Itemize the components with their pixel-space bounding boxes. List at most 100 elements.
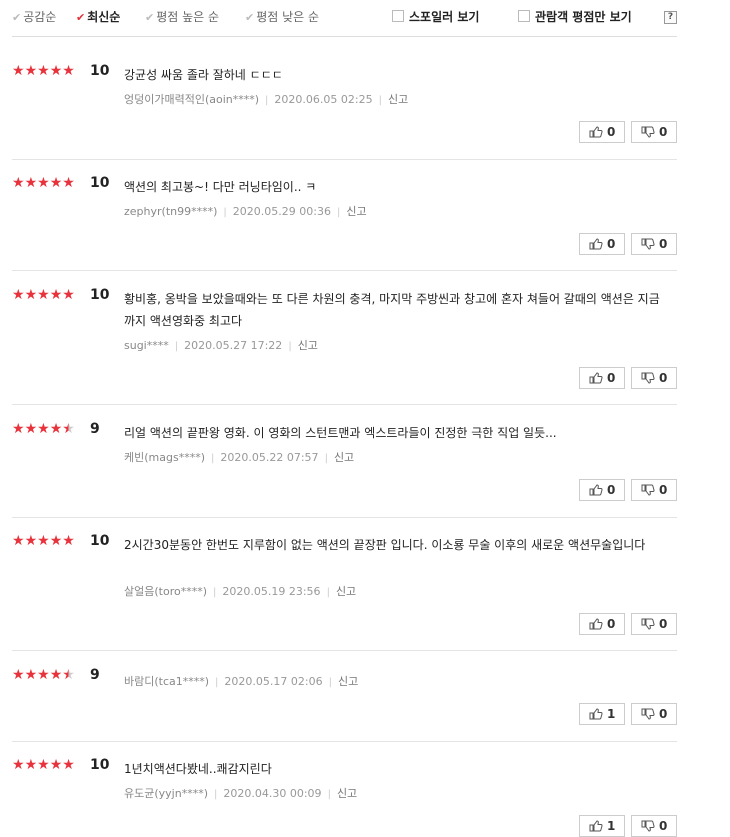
report-link[interactable]: 신고: [346, 205, 366, 218]
help-icon[interactable]: ?: [664, 11, 677, 24]
review-date: 2020.05.27 17:22: [184, 339, 283, 352]
star-icon: ★: [12, 175, 25, 191]
review-item: ★★★★★ 9 바람디(tca1****) | 2020.05.17 02:06 | 신…: [12, 668, 677, 742]
star-icon: ★: [24, 757, 38, 773]
review-meta: 유도균(yyjn****) | 2020.04.30 00:09 | 신고: [124, 785, 357, 801]
star-icon: ★: [62, 287, 75, 303]
downvote-count: 0: [659, 617, 668, 631]
review-author[interactable]: 살얼음(toro****): [124, 585, 207, 598]
upvote-button[interactable]: 0: [579, 479, 625, 501]
rating-score: 10: [90, 287, 110, 303]
vote-buttons: 0 0: [579, 121, 677, 143]
downvote-button[interactable]: 0: [631, 815, 677, 837]
downvote-button[interactable]: 0: [631, 613, 677, 635]
meta-divider: |: [328, 677, 332, 688]
review-text: 리얼 액션의 끝판왕 영화. 이 영화의 스턴트맨과 엑스트라들이 진정한 극한…: [124, 426, 557, 440]
star-rating: ★★★★★: [12, 758, 75, 772]
star-icon: ★: [62, 63, 75, 79]
report-link[interactable]: 신고: [338, 675, 358, 688]
spoiler-checkbox[interactable]: [392, 10, 404, 22]
review-divider: [12, 650, 677, 651]
viewer-only-label: 관람객 평점만 보기: [535, 10, 632, 24]
sort-rating-low[interactable]: ✔ 평점 낮은 순: [245, 8, 319, 25]
upvote-button[interactable]: 0: [579, 367, 625, 389]
star-icon: ★: [37, 63, 50, 79]
downvote-count: 0: [659, 707, 668, 721]
downvote-button[interactable]: 0: [631, 233, 677, 255]
report-link[interactable]: 신고: [336, 585, 356, 598]
vote-buttons: 1 0: [579, 703, 677, 725]
upvote-button[interactable]: 1: [579, 815, 625, 837]
star-icon: ★: [37, 175, 50, 191]
review-meta: 살얼음(toro****) | 2020.05.19 23:56 | 신고: [124, 583, 356, 599]
downvote-button[interactable]: 0: [631, 703, 677, 725]
rating-score: 10: [90, 533, 110, 549]
upvote-count: 0: [607, 237, 616, 251]
review-item: ★★★★★ 10 2시간30분동안 한번도 지루함이 없는 액션의 끝장판 입니…: [12, 534, 677, 651]
vote-buttons: 0 0: [579, 367, 677, 389]
viewer-only-checkbox[interactable]: [518, 10, 530, 22]
review-item: ★★★★★ 9 리얼 액션의 끝판왕 영화. 이 영화의 스턴트맨과 엑스트라들…: [12, 422, 677, 518]
review-author[interactable]: 바람디(tca1****): [124, 675, 209, 688]
review-author[interactable]: zephyr(tn99****): [124, 205, 217, 218]
viewer-only-filter[interactable]: 관람객 평점만 보기: [518, 8, 632, 25]
check-icon: ✔: [76, 11, 86, 24]
upvote-button[interactable]: 0: [579, 613, 625, 635]
top-divider: [12, 36, 677, 37]
downvote-button[interactable]: 0: [631, 121, 677, 143]
sort-label: 공감순: [23, 10, 57, 24]
meta-divider: |: [336, 207, 341, 218]
star-icon: ★: [62, 175, 75, 191]
downvote-button[interactable]: 0: [631, 367, 677, 389]
review-item: ★★★★★ 10 강균성 싸움 졸라 잘하네 ㄷㄷㄷ 엉덩이가매력적인(aoin…: [12, 64, 677, 160]
star-icon: ★: [62, 667, 75, 683]
star-icon: ★: [12, 421, 25, 437]
sort-bar: ✔ 공감순 ✔ 최신순 ✔ 평점 높은 순 ✔ 평점 낮은 순 스포일러 보기 관람객 …: [12, 6, 677, 28]
downvote-button[interactable]: 0: [631, 479, 677, 501]
star-icon: ★: [49, 421, 63, 437]
review-meta: 케빈(mags****) | 2020.05.22 07:57 | 신고: [124, 449, 354, 465]
sort-label: 평점 낮은 순: [256, 10, 320, 24]
review-item: ★★★★★ 10 1년치액션다봤네..쾌감지린다 유도균(yyjn****) | 2…: [12, 758, 677, 837]
downvote-count: 0: [659, 125, 668, 139]
review-date: 2020.04.30 00:09: [223, 787, 322, 800]
report-link[interactable]: 신고: [337, 787, 357, 800]
review-author[interactable]: 엉덩이가매력적인(aoin****): [124, 93, 259, 106]
star-rating: ★★★★★: [12, 176, 75, 190]
downvote-count: 0: [659, 819, 668, 833]
report-link[interactable]: 신고: [388, 93, 408, 106]
vote-buttons: 0 0: [579, 233, 677, 255]
review-meta: 바람디(tca1****) | 2020.05.17 02:06 | 신고: [124, 673, 358, 689]
star-icon: ★: [12, 63, 25, 79]
star-icon: ★: [62, 421, 75, 437]
review-author[interactable]: 유도균(yyjn****): [124, 787, 208, 800]
upvote-button[interactable]: 1: [579, 703, 625, 725]
downvote-count: 0: [659, 483, 668, 497]
review-author[interactable]: 케빈(mags****): [124, 451, 205, 464]
sort-rating-high[interactable]: ✔ 평점 높은 순: [145, 8, 219, 25]
upvote-button[interactable]: 0: [579, 233, 625, 255]
vote-buttons: 0 0: [579, 479, 677, 501]
vote-buttons: 1 0: [579, 815, 677, 837]
report-link[interactable]: 신고: [334, 451, 354, 464]
sort-sympathy[interactable]: ✔ 공감순: [12, 8, 56, 25]
upvote-button[interactable]: 0: [579, 121, 625, 143]
review-date: 2020.05.19 23:56: [222, 585, 321, 598]
review-date: 2020.05.29 00:36: [232, 205, 331, 218]
report-link[interactable]: 신고: [298, 339, 318, 352]
meta-divider: |: [211, 453, 215, 464]
star-icon: ★: [62, 533, 75, 549]
spoiler-filter[interactable]: 스포일러 보기: [392, 8, 479, 25]
downvote-count: 0: [659, 237, 668, 251]
review-author[interactable]: sugi****: [124, 339, 169, 352]
meta-divider: |: [265, 95, 269, 106]
sort-label: 평점 높은 순: [156, 10, 220, 24]
star-icon: ★: [62, 757, 75, 773]
star-icon: ★: [37, 421, 50, 437]
sort-latest[interactable]: ✔ 최신순: [76, 8, 120, 25]
review-item: ★★★★★ 10 액션의 최고봉~! 다만 러닝타임이.. ㅋ zephyr(t…: [12, 176, 677, 271]
upvote-count: 0: [607, 483, 616, 497]
meta-divider: |: [326, 587, 330, 598]
star-icon: ★: [12, 757, 25, 773]
rating-score: 10: [90, 175, 110, 191]
